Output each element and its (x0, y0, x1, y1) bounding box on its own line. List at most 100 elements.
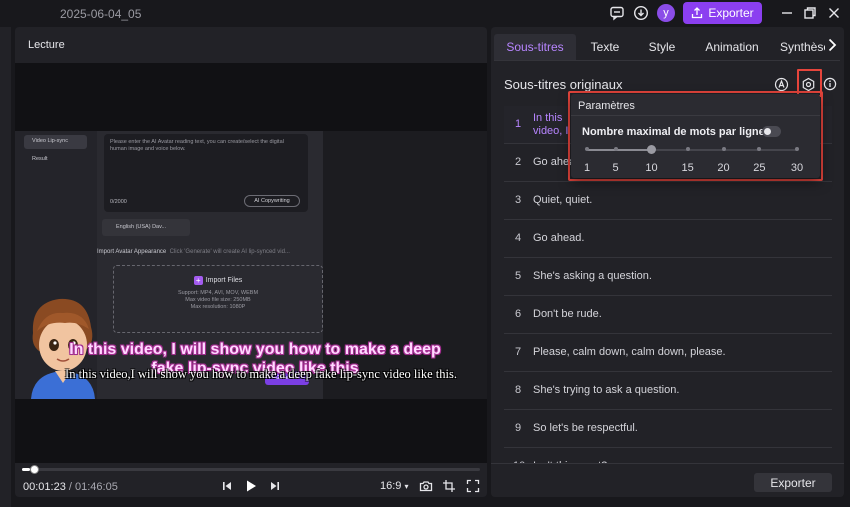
settings-popover: Paramètres Nombre maximal de mots par li… (571, 94, 820, 178)
project-title: 2025-06-04_05 (60, 7, 142, 21)
aspect-ratio-value: 16:9 (380, 480, 402, 492)
export-top-button[interactable]: Exporter (683, 2, 762, 24)
user-avatar[interactable]: y (657, 4, 675, 22)
video-import-title: Import Avatar Appearance Click 'Generate… (97, 249, 290, 255)
subtitle-row[interactable]: 5 She's asking a question. (504, 258, 832, 296)
subtitle-row[interactable]: 3 Quiet, quiet. (504, 182, 832, 220)
slider-handle[interactable] (646, 145, 656, 154)
max-words-label: Nombre maximal de mots par ligne (582, 126, 765, 138)
subtitle-row-number: 2 (514, 156, 522, 168)
timecode: 00:01:23 / 01:46:05 (23, 481, 118, 493)
tab-animation[interactable]: Animation (700, 34, 764, 60)
next-frame-icon[interactable] (267, 478, 283, 494)
subtitle-row-number: 9 (514, 422, 522, 434)
slider-tick-label: 1 (583, 162, 591, 174)
left-side-strip (0, 27, 11, 507)
subtitle-row-text: In this video, I will show you how to ma… (533, 112, 569, 137)
slider-tick (585, 147, 589, 151)
slider-tick (795, 147, 799, 151)
player-title: Lecture (28, 39, 65, 51)
subtitle-row-number: 1 (514, 118, 522, 130)
player-controls: 00:01:23 / 01:46:05 16:9 ▾ (15, 478, 487, 494)
minimize-icon[interactable] (778, 4, 796, 22)
subtitle-row-text: Go ahead. (533, 232, 585, 244)
video-prompt-box: Please enter the AI Avatar reading text,… (104, 134, 308, 212)
subtitle-row-text: She's trying to ask a question. (533, 384, 680, 396)
subtitle-row-text: Quiet, quiet. (533, 194, 593, 206)
info-icon[interactable] (822, 76, 838, 92)
slider-tick-label: 15 (681, 162, 694, 174)
video-import-files: Import Files (205, 277, 243, 284)
progress-handle[interactable] (30, 465, 40, 474)
progress-fill (22, 468, 31, 471)
video-app-sidebar-item: Result (32, 156, 48, 162)
video-max-res: Max resolution: 1080P (190, 304, 246, 310)
popover-header: Paramètres (571, 94, 820, 116)
playback-progress-bar[interactable] (22, 465, 480, 474)
subtitle-row[interactable]: 8 She's trying to ask a question. (504, 372, 832, 410)
subtitle-row-number: 7 (514, 346, 522, 358)
time-separator: / (68, 481, 72, 493)
video-import-hint: Click 'Generate' will create AI lip-sync… (169, 249, 290, 255)
subtitle-row-number: 3 (514, 194, 522, 206)
max-words-toggle[interactable] (762, 126, 781, 137)
video-ai-copywriting-button: AI Copywriting (244, 195, 300, 207)
slider-tick (613, 147, 618, 151)
aspect-ratio-select[interactable]: 16:9 ▾ (380, 480, 409, 492)
tab-sous-titres[interactable]: Sous-titres (494, 34, 576, 61)
subtitle-row-text: So let's be respectful. (533, 422, 638, 434)
tab-style[interactable]: Style (640, 34, 684, 60)
player-panel: Lecture Video Lip-sync Result Please ent… (15, 27, 487, 497)
slider-fill (587, 149, 652, 151)
plus-icon: + (193, 276, 203, 285)
max-words-slider[interactable] (585, 145, 799, 154)
video-char-count: 0/2000 (110, 199, 127, 205)
export-top-label: Exporter (708, 6, 754, 20)
current-time: 00:01:23 (23, 481, 66, 493)
slider-tick-label: 5 (612, 162, 619, 174)
translate-icon[interactable] (773, 76, 789, 92)
subtitle-row[interactable]: 6 Don't be rude. (504, 296, 832, 334)
fullscreen-icon[interactable] (465, 478, 481, 494)
slider-tick-label: 20 (717, 162, 730, 174)
video-voice-select: English (USA) Dav... (102, 219, 190, 236)
tab-texte[interactable]: Texte (582, 34, 628, 60)
feedback-icon[interactable] (608, 4, 626, 22)
download-icon[interactable] (632, 4, 650, 22)
subtitle-row-number: 6 (514, 308, 522, 320)
video-max-size: Max video file size: 250MB (185, 297, 251, 303)
subtitle-row-text: Please, calm down, calm down, please. (533, 346, 726, 358)
section-title: Sous-titres originaux (504, 77, 623, 92)
crop-icon[interactable] (441, 478, 457, 494)
subtitle-row-number: 5 (514, 270, 522, 282)
popover-title: Paramètres (578, 100, 635, 112)
play-icon[interactable] (243, 478, 259, 494)
video-support: Support: MP4, AVI, MOV, WEBM (177, 290, 259, 296)
slider-tick (685, 147, 690, 151)
tabs-scroll-right-icon[interactable] (825, 36, 839, 54)
video-frame[interactable]: Video Lip-sync Result Please enter the A… (15, 131, 487, 399)
snapshot-icon[interactable] (418, 478, 434, 494)
toggle-knob (764, 128, 771, 135)
close-icon[interactable] (825, 4, 843, 22)
slider-tick-label: 25 (753, 162, 766, 174)
duration: 01:46:05 (75, 481, 118, 493)
subtitle-row[interactable]: 9 So let's be respectful. (504, 410, 832, 448)
subtitle-row[interactable]: 7 Please, calm down, calm down, please. (504, 334, 832, 372)
chevron-down-icon: ▾ (404, 482, 409, 491)
subtitle-row-text: She's asking a question. (533, 270, 652, 282)
preview-stage: Video Lip-sync Result Please enter the A… (15, 63, 487, 463)
subtitle-row-text: Don't be rude. (533, 308, 602, 320)
slider-tick (721, 147, 726, 151)
subtitle-row-number: 4 (514, 232, 522, 244)
tabs-divider (494, 60, 840, 61)
restore-icon[interactable] (801, 4, 819, 22)
slider-tick (757, 147, 762, 151)
subtitle-row[interactable]: 4 Go ahead. (504, 220, 832, 258)
export-icon (692, 7, 703, 19)
slider-tick-label: 30 (790, 162, 804, 174)
export-button[interactable]: Exporter (754, 473, 832, 492)
subtitle-row-number: 8 (514, 384, 522, 396)
panel-footer: Exporter (491, 463, 844, 497)
previous-frame-icon[interactable] (219, 478, 235, 494)
